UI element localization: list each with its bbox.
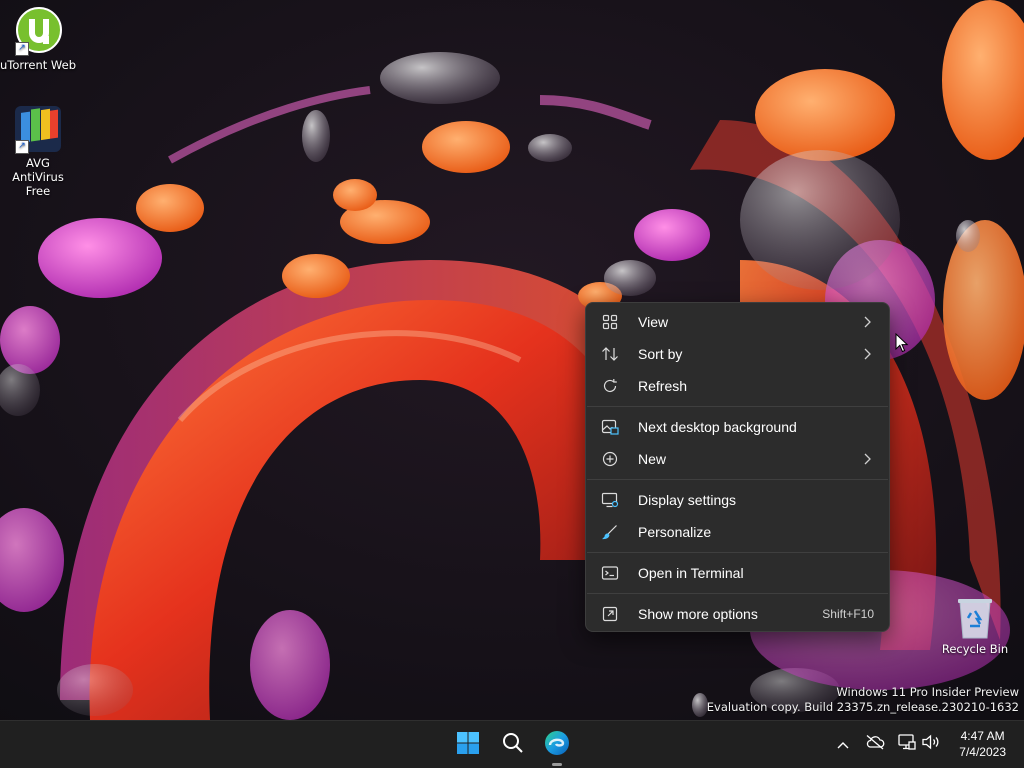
- chevron-right-icon: [857, 453, 877, 465]
- menu-item-new[interactable]: New: [590, 444, 885, 474]
- search-button[interactable]: [495, 727, 531, 763]
- menu-separator: [587, 406, 888, 407]
- recycle-bin-icon: [955, 596, 995, 640]
- search-icon: [502, 732, 524, 758]
- menu-item-open-in-terminal[interactable]: Open in Terminal: [590, 558, 885, 588]
- edge-running-indicator: [552, 763, 562, 766]
- menu-item-sort-by[interactable]: Sort by: [590, 339, 885, 369]
- clock-date: 7/4/2023: [959, 745, 1006, 759]
- menu-item-label: New: [638, 451, 667, 467]
- menu-item-label: Display settings: [638, 492, 737, 508]
- chevron-right-icon: [857, 316, 877, 328]
- new-plus-icon: [600, 449, 620, 469]
- desktop-icon-label: AVG AntiVirus Free: [12, 156, 64, 198]
- menu-item-show-more-options[interactable]: Show more options Shift+F10: [590, 599, 885, 629]
- refresh-icon: [600, 376, 620, 396]
- menu-separator: [587, 593, 888, 594]
- desktop-context-menu: View Sort by Refresh Next desktop backgr…: [585, 302, 890, 632]
- desktop-icon-label: Recycle Bin: [941, 642, 1009, 656]
- watermark-line-1: Windows 11 Pro Insider Preview: [836, 685, 1019, 699]
- show-more-options-icon: [600, 604, 620, 624]
- utorrent-icon: ↗: [13, 6, 63, 56]
- next-background-icon: [600, 417, 620, 437]
- desktop-icon-avg-antivirus[interactable]: ↗ AVG AntiVirus Free: [0, 104, 76, 198]
- keyboard-shortcut: Shift+F10: [822, 607, 874, 621]
- menu-separator: [587, 552, 888, 553]
- menu-item-label: Refresh: [638, 378, 688, 394]
- windows-start-icon: [456, 731, 480, 759]
- edge-taskbar-button[interactable]: [539, 727, 575, 763]
- desktop-icon-recycle-bin[interactable]: Recycle Bin: [936, 596, 1014, 656]
- menu-item-personalize[interactable]: Personalize: [590, 517, 885, 547]
- brush-icon: [600, 522, 620, 542]
- show-hidden-icons-button[interactable]: [832, 733, 854, 755]
- menu-item-view[interactable]: View: [590, 307, 885, 337]
- desktop-icon-utorrent[interactable]: ↗ uTorrent Web: [0, 6, 76, 72]
- grid-view-icon: [600, 312, 620, 332]
- windows-evaluation-watermark: Windows 11 Pro Insider Preview Evaluatio…: [707, 685, 1019, 715]
- terminal-icon: [600, 563, 620, 583]
- clock-time: 4:47 AM: [960, 729, 1005, 743]
- volume-icon: [921, 733, 941, 755]
- avg-antivirus-icon: ↗: [13, 104, 63, 154]
- menu-item-refresh[interactable]: Refresh: [590, 371, 885, 401]
- volume-tray-button[interactable]: [920, 733, 942, 755]
- taskbar: 4:47 AM 7/4/2023: [0, 720, 1024, 768]
- display-settings-icon: [600, 490, 620, 510]
- menu-item-label: Show more options: [638, 606, 758, 622]
- desktop-icon-label: uTorrent Web: [0, 58, 76, 72]
- menu-separator: [587, 479, 888, 480]
- menu-item-display-settings[interactable]: Display settings: [590, 485, 885, 515]
- onedrive-tray-button[interactable]: [864, 733, 886, 755]
- taskbar-clock[interactable]: 4:47 AM 7/4/2023: [959, 728, 1006, 760]
- cloud-offline-icon: [865, 734, 885, 754]
- chevron-up-icon: [836, 735, 850, 754]
- network-icon: [897, 733, 917, 755]
- shortcut-arrow-icon: ↗: [15, 140, 29, 154]
- menu-item-label: Personalize: [638, 524, 712, 540]
- watermark-line-2: Evaluation copy. Build 23375.zn_release.…: [706, 700, 1019, 714]
- sort-icon: [600, 344, 620, 364]
- menu-item-label: Open in Terminal: [638, 565, 744, 581]
- start-button[interactable]: [450, 727, 486, 763]
- menu-item-label: Sort by: [638, 346, 683, 362]
- menu-item-next-desktop-background[interactable]: Next desktop background: [590, 412, 885, 442]
- mouse-cursor-icon: [895, 332, 909, 357]
- menu-item-label: View: [638, 314, 669, 330]
- network-tray-button[interactable]: [896, 733, 918, 755]
- chevron-right-icon: [857, 348, 877, 360]
- menu-item-label: Next desktop background: [638, 419, 797, 435]
- shortcut-arrow-icon: ↗: [15, 42, 29, 56]
- edge-icon: [544, 730, 570, 760]
